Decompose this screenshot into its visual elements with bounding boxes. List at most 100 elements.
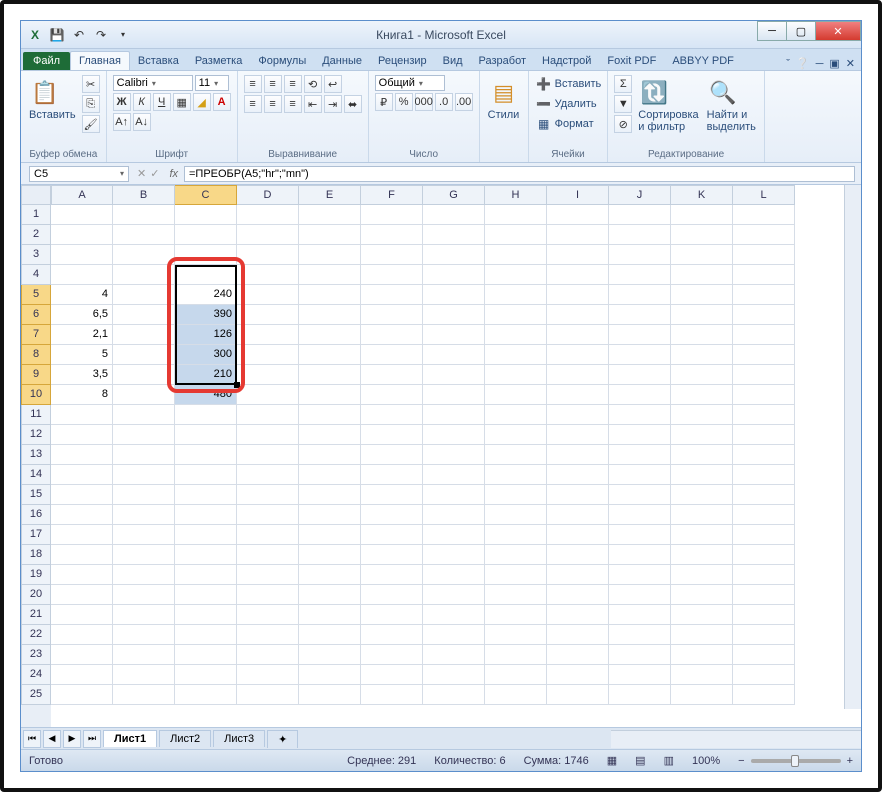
cell-E16[interactable] (299, 505, 361, 525)
copy-icon[interactable]: ⎘ (82, 95, 100, 113)
cell-F21[interactable] (361, 605, 423, 625)
cell-J1[interactable] (609, 205, 671, 225)
cell-B5[interactable] (113, 285, 175, 305)
view-normal-icon[interactable]: ▦ (607, 754, 617, 767)
cell-L17[interactable] (733, 525, 795, 545)
sheet-nav-prev[interactable]: ◀ (43, 730, 61, 748)
cell-E23[interactable] (299, 645, 361, 665)
cell-J17[interactable] (609, 525, 671, 545)
cancel-formula-icon[interactable]: ✕ (137, 167, 146, 180)
cell-E18[interactable] (299, 545, 361, 565)
cell-I17[interactable] (547, 525, 609, 545)
cell-J10[interactable] (609, 385, 671, 405)
row-header-25[interactable]: 25 (21, 685, 51, 705)
cell-K22[interactable] (671, 625, 733, 645)
cell-I20[interactable] (547, 585, 609, 605)
cell-C20[interactable] (175, 585, 237, 605)
cell-J13[interactable] (609, 445, 671, 465)
align-center-icon[interactable]: ≡ (264, 95, 282, 113)
col-header-B[interactable]: B (113, 185, 175, 205)
cell-K4[interactable] (671, 265, 733, 285)
cell-L19[interactable] (733, 565, 795, 585)
cell-K19[interactable] (671, 565, 733, 585)
cell-J20[interactable] (609, 585, 671, 605)
cell-A6[interactable]: 6,5 (51, 305, 113, 325)
cell-H8[interactable] (485, 345, 547, 365)
fill-icon[interactable]: ▼ (614, 95, 632, 113)
cell-C12[interactable] (175, 425, 237, 445)
cell-F17[interactable] (361, 525, 423, 545)
cell-D25[interactable] (237, 685, 299, 705)
cell-L10[interactable] (733, 385, 795, 405)
cell-G3[interactable] (423, 245, 485, 265)
cell-C21[interactable] (175, 605, 237, 625)
cell-C16[interactable] (175, 505, 237, 525)
row-header-22[interactable]: 22 (21, 625, 51, 645)
doc-restore-icon[interactable]: ▣ (829, 57, 839, 70)
cell-K7[interactable] (671, 325, 733, 345)
cell-A17[interactable] (51, 525, 113, 545)
row-header-7[interactable]: 7 (21, 325, 51, 345)
cell-D19[interactable] (237, 565, 299, 585)
view-pagebreak-icon[interactable]: ▥ (664, 754, 674, 767)
cell-C13[interactable] (175, 445, 237, 465)
cell-D3[interactable] (237, 245, 299, 265)
cell-H9[interactable] (485, 365, 547, 385)
close-button[interactable]: ✕ (815, 21, 861, 41)
cell-D6[interactable] (237, 305, 299, 325)
cell-I9[interactable] (547, 365, 609, 385)
cell-A2[interactable] (51, 225, 113, 245)
sort-filter-button[interactable]: 🔃 Сортировка и фильтр (636, 75, 700, 135)
cell-B24[interactable] (113, 665, 175, 685)
cell-D1[interactable] (237, 205, 299, 225)
cell-H14[interactable] (485, 465, 547, 485)
cell-D7[interactable] (237, 325, 299, 345)
indent-dec-icon[interactable]: ⇤ (304, 95, 322, 113)
cell-A4[interactable] (51, 265, 113, 285)
cell-L14[interactable] (733, 465, 795, 485)
sheet-nav-next[interactable]: ▶ (63, 730, 81, 748)
cell-A19[interactable] (51, 565, 113, 585)
cell-L18[interactable] (733, 545, 795, 565)
cell-K6[interactable] (671, 305, 733, 325)
cell-G14[interactable] (423, 465, 485, 485)
cell-A14[interactable] (51, 465, 113, 485)
cell-C24[interactable] (175, 665, 237, 685)
cell-L6[interactable] (733, 305, 795, 325)
cell-F14[interactable] (361, 465, 423, 485)
cell-J25[interactable] (609, 685, 671, 705)
cell-F22[interactable] (361, 625, 423, 645)
cell-B23[interactable] (113, 645, 175, 665)
cell-K24[interactable] (671, 665, 733, 685)
shrink-font-icon[interactable]: A↓ (133, 113, 151, 131)
border-icon[interactable]: ▦ (173, 93, 191, 111)
row-header-17[interactable]: 17 (21, 525, 51, 545)
new-sheet-button[interactable]: ✦ (267, 730, 298, 748)
cell-B3[interactable] (113, 245, 175, 265)
cell-L23[interactable] (733, 645, 795, 665)
col-header-C[interactable]: C (175, 185, 237, 205)
cell-H7[interactable] (485, 325, 547, 345)
cell-A22[interactable] (51, 625, 113, 645)
cell-E25[interactable] (299, 685, 361, 705)
cell-F7[interactable] (361, 325, 423, 345)
redo-icon[interactable]: ↷ (91, 25, 111, 45)
cell-C19[interactable] (175, 565, 237, 585)
cell-H24[interactable] (485, 665, 547, 685)
minimize-button[interactable]: ─ (757, 21, 787, 41)
cell-F4[interactable] (361, 265, 423, 285)
cell-K11[interactable] (671, 405, 733, 425)
cell-K5[interactable] (671, 285, 733, 305)
cell-C10[interactable]: 480 (175, 385, 237, 405)
cell-D2[interactable] (237, 225, 299, 245)
cell-B15[interactable] (113, 485, 175, 505)
cell-G10[interactable] (423, 385, 485, 405)
cell-A21[interactable] (51, 605, 113, 625)
cell-D23[interactable] (237, 645, 299, 665)
cell-I13[interactable] (547, 445, 609, 465)
cell-A13[interactable] (51, 445, 113, 465)
cell-F23[interactable] (361, 645, 423, 665)
cell-E9[interactable] (299, 365, 361, 385)
cell-A23[interactable] (51, 645, 113, 665)
bold-icon[interactable]: Ж (113, 93, 131, 111)
